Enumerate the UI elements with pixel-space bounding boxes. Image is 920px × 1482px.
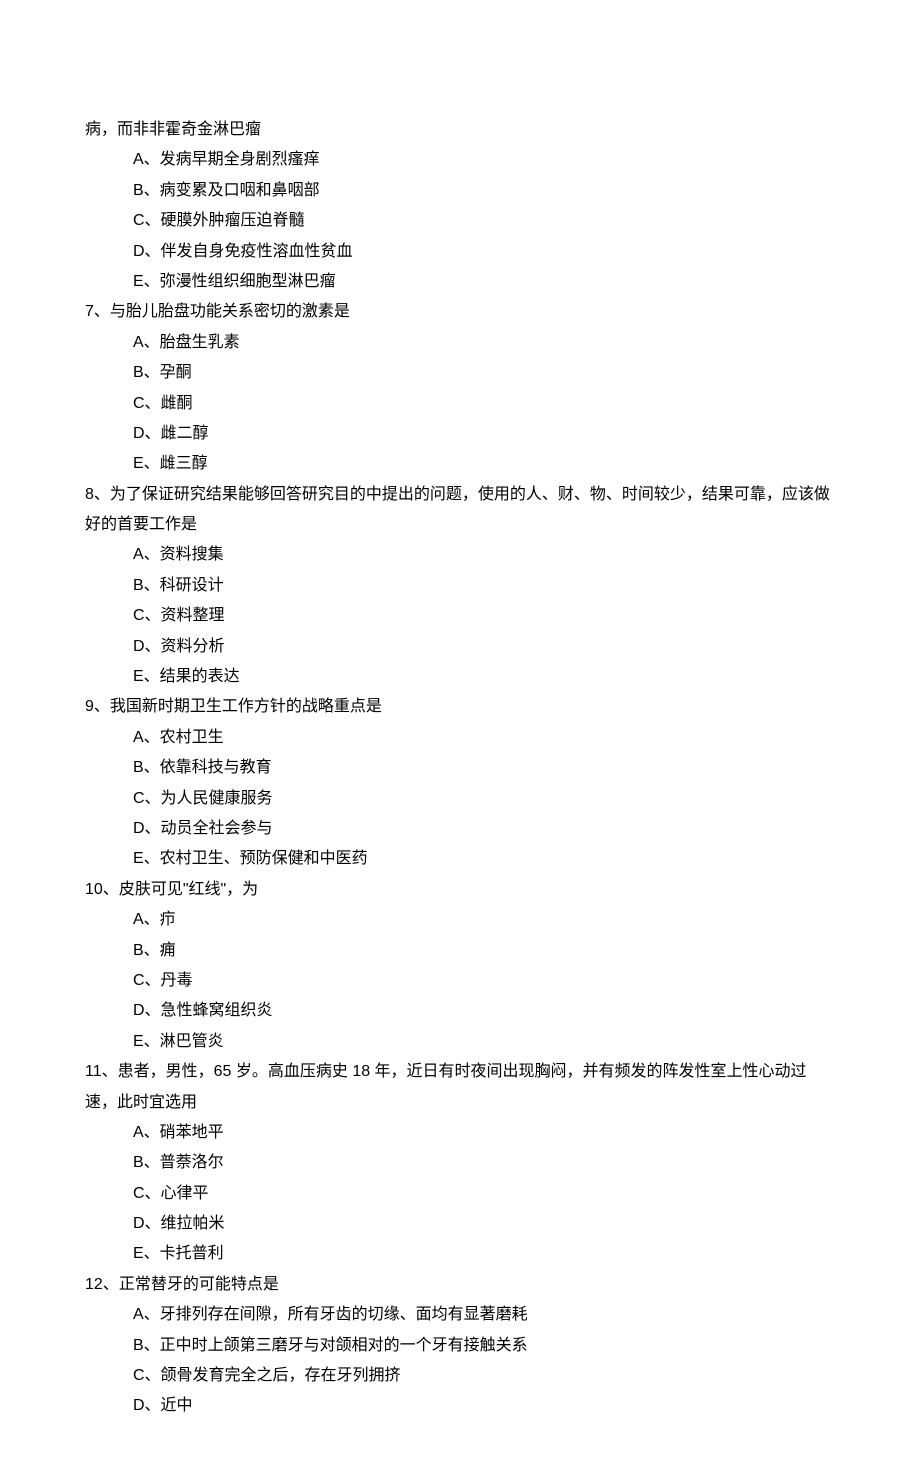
option: A、资料搜集 bbox=[85, 540, 835, 570]
option: D、近中 bbox=[85, 1391, 835, 1421]
option: E、卡托普利 bbox=[85, 1239, 835, 1269]
option: E、淋巴管炎 bbox=[85, 1027, 835, 1057]
option: A、发病早期全身剧烈瘙痒 bbox=[85, 145, 835, 175]
option: C、丹毒 bbox=[85, 966, 835, 996]
question-number: 8、 bbox=[85, 486, 110, 503]
question-8-options: A、资料搜集 B、科研设计 C、资料整理 D、资料分析 E、结果的表达 bbox=[85, 540, 835, 692]
question-text: 我国新时期卫生工作方针的战略重点是 bbox=[110, 698, 382, 715]
question-number: 7、 bbox=[85, 303, 110, 320]
option: A、疖 bbox=[85, 905, 835, 935]
continued-question-stem: 病，而非非霍奇金淋巴瘤 bbox=[85, 115, 835, 145]
question-0-options: A、发病早期全身剧烈瘙痒 B、病变累及口咽和鼻咽部 C、硬膜外肿瘤压迫脊髓 D、… bbox=[85, 145, 835, 297]
option: B、普萘洛尔 bbox=[85, 1148, 835, 1178]
option: E、雌三醇 bbox=[85, 449, 835, 479]
question-text: 皮肤可见"红线"，为 bbox=[119, 881, 258, 898]
option: A、胎盘生乳素 bbox=[85, 328, 835, 358]
option: C、资料整理 bbox=[85, 601, 835, 631]
question-text: 正常替牙的可能特点是 bbox=[119, 1276, 279, 1293]
option: C、颌骨发育完全之后，存在牙列拥挤 bbox=[85, 1361, 835, 1391]
option: B、痈 bbox=[85, 936, 835, 966]
question-10-stem: 10、皮肤可见"红线"，为 bbox=[85, 875, 835, 905]
option: B、依靠科技与教育 bbox=[85, 753, 835, 783]
question-12-options: A、牙排列存在间隙，所有牙齿的切缘、面均有显著磨耗 B、正中时上颌第三磨牙与对颌… bbox=[85, 1300, 835, 1422]
option: E、农村卫生、预防保健和中医药 bbox=[85, 844, 835, 874]
question-11-stem: 11、患者，男性，65 岁。高血压病史 18 年，近日有时夜间出现胸闷，并有频发… bbox=[85, 1057, 835, 1118]
option: D、雌二醇 bbox=[85, 419, 835, 449]
option: B、病变累及口咽和鼻咽部 bbox=[85, 176, 835, 206]
option: D、动员全社会参与 bbox=[85, 814, 835, 844]
option: B、科研设计 bbox=[85, 571, 835, 601]
option: A、牙排列存在间隙，所有牙齿的切缘、面均有显著磨耗 bbox=[85, 1300, 835, 1330]
option: D、维拉帕米 bbox=[85, 1209, 835, 1239]
option: E、弥漫性组织细胞型淋巴瘤 bbox=[85, 267, 835, 297]
option: C、为人民健康服务 bbox=[85, 784, 835, 814]
question-text: 为了保证研究结果能够回答研究目的中提出的问题，使用的人、财、物、时间较少，结果可… bbox=[85, 486, 830, 533]
question-text: 患者，男性，65 岁。高血压病史 18 年，近日有时夜间出现胸闷，并有频发的阵发… bbox=[85, 1063, 807, 1110]
option: B、孕酮 bbox=[85, 358, 835, 388]
question-number: 10、 bbox=[85, 881, 119, 898]
question-7-options: A、胎盘生乳素 B、孕酮 C、雌酮 D、雌二醇 E、雌三醇 bbox=[85, 328, 835, 480]
option: C、雌酮 bbox=[85, 389, 835, 419]
option: C、硬膜外肿瘤压迫脊髓 bbox=[85, 206, 835, 236]
question-number: 12、 bbox=[85, 1276, 119, 1293]
option: B、正中时上颌第三磨牙与对颌相对的一个牙有接触关系 bbox=[85, 1331, 835, 1361]
question-7-stem: 7、与胎儿胎盘功能关系密切的激素是 bbox=[85, 297, 835, 327]
option: A、硝苯地平 bbox=[85, 1118, 835, 1148]
option: C、心律平 bbox=[85, 1179, 835, 1209]
option: D、资料分析 bbox=[85, 632, 835, 662]
question-number: 11、 bbox=[85, 1063, 118, 1080]
option: D、伴发自身免疫性溶血性贫血 bbox=[85, 237, 835, 267]
question-8-stem: 8、为了保证研究结果能够回答研究目的中提出的问题，使用的人、财、物、时间较少，结… bbox=[85, 480, 835, 541]
question-11-options: A、硝苯地平 B、普萘洛尔 C、心律平 D、维拉帕米 E、卡托普利 bbox=[85, 1118, 835, 1270]
option: A、农村卫生 bbox=[85, 723, 835, 753]
question-10-options: A、疖 B、痈 C、丹毒 D、急性蜂窝组织炎 E、淋巴管炎 bbox=[85, 905, 835, 1057]
question-9-options: A、农村卫生 B、依靠科技与教育 C、为人民健康服务 D、动员全社会参与 E、农… bbox=[85, 723, 835, 875]
question-9-stem: 9、我国新时期卫生工作方针的战略重点是 bbox=[85, 692, 835, 722]
option: E、结果的表达 bbox=[85, 662, 835, 692]
question-number: 9、 bbox=[85, 698, 110, 715]
option: D、急性蜂窝组织炎 bbox=[85, 996, 835, 1026]
question-12-stem: 12、正常替牙的可能特点是 bbox=[85, 1270, 835, 1300]
question-text: 与胎儿胎盘功能关系密切的激素是 bbox=[110, 303, 350, 320]
